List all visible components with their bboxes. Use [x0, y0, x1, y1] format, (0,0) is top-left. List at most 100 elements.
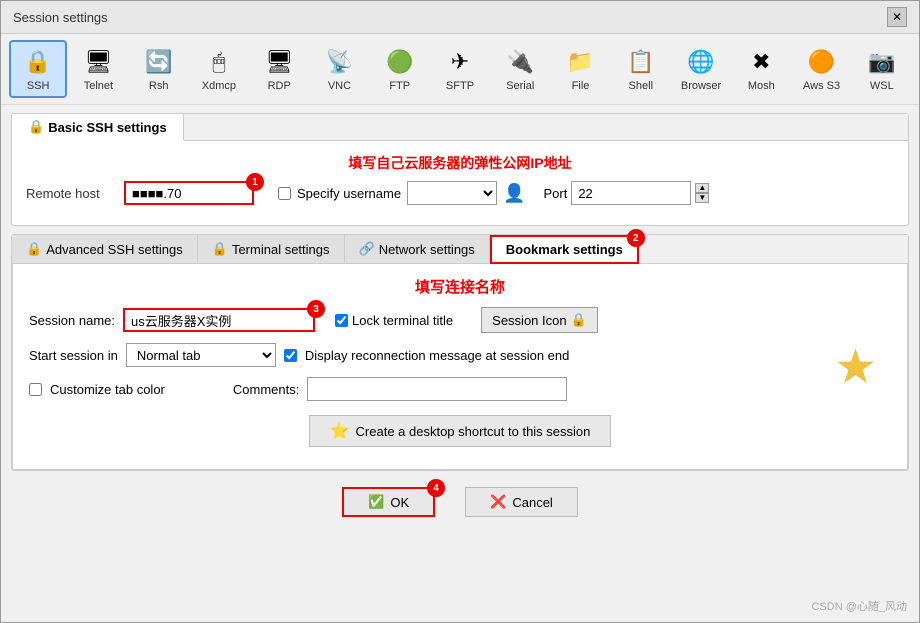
toolbar-btn-shell[interactable]: 📋 Shell — [612, 40, 670, 98]
lock-title-row: Lock terminal title — [335, 313, 453, 328]
mosh-label: Mosh — [748, 80, 775, 92]
title-bar: Session settings ✕ — [1, 1, 919, 34]
tab-advanced-ssh[interactable]: 🔒 Advanced SSH settings — [12, 235, 198, 263]
toolbar-btn-rdp[interactable]: 🖥 RDP — [250, 40, 308, 98]
session-icon-button[interactable]: Session Icon 🔒 — [481, 307, 598, 333]
ssh-icon: 🔒 — [22, 46, 54, 78]
tab-basic-ssh[interactable]: 🔒 Basic SSH settings — [12, 114, 184, 141]
session-icon-img: 🔒 — [571, 312, 587, 328]
session-name-input[interactable] — [123, 308, 315, 332]
tab-network[interactable]: 🔗 Network settings — [345, 235, 490, 263]
awss3-label: Aws S3 — [803, 80, 840, 92]
decorative-star: ★ — [834, 339, 877, 395]
session-name-row: Session name: 3 Lock terminal title Sess… — [29, 307, 891, 333]
shortcut-star-icon: ⭐ — [330, 421, 350, 441]
comments-input[interactable] — [307, 377, 567, 401]
ftp-icon: 🟢 — [384, 46, 416, 78]
ok-label: OK — [390, 495, 409, 510]
dialog-title: Session settings — [13, 10, 108, 25]
sftp-label: SFTP — [446, 80, 474, 92]
remote-host-input[interactable] — [124, 181, 254, 205]
toolbar-btn-wsl[interactable]: 📷 WSL — [853, 40, 911, 98]
toolbar-btn-file[interactable]: 📁 File — [551, 40, 609, 98]
comments-label: Comments: — [233, 382, 299, 397]
adv-icon: 🔒 — [26, 241, 42, 257]
cancel-button[interactable]: ❌ Cancel — [465, 487, 578, 517]
badge-4: 4 — [427, 479, 445, 497]
sftp-icon: ✈ — [444, 46, 476, 78]
port-group: Port ▲ ▼ — [543, 181, 709, 205]
shell-icon: 📋 — [625, 46, 657, 78]
ssh-label: SSH — [27, 80, 50, 92]
term-icon: 🔒 — [212, 241, 228, 257]
shortcut-button-label: Create a desktop shortcut to this sessio… — [356, 424, 591, 439]
lock-terminal-title-checkbox[interactable] — [335, 314, 348, 327]
watermark: CSDN @心随_风动 — [811, 598, 907, 614]
customize-tab-color-label: Customize tab color — [50, 382, 165, 397]
specify-username-label: Specify username — [297, 186, 401, 201]
toolbar-btn-rsh[interactable]: 🔄 Rsh — [130, 40, 188, 98]
customize-row: Customize tab color Comments: — [29, 377, 891, 401]
username-select[interactable] — [407, 181, 497, 205]
create-shortcut-button[interactable]: ⭐ Create a desktop shortcut to this sess… — [309, 415, 612, 447]
xdmcp-label: Xdmcp — [202, 80, 236, 92]
cancel-icon: ❌ — [490, 494, 506, 510]
file-label: File — [572, 80, 590, 92]
awss3-icon: 🟠 — [806, 46, 838, 78]
session-name-wrap: 3 — [123, 308, 315, 332]
toolbar-btn-vnc[interactable]: 📡 VNC — [310, 40, 368, 98]
port-up-btn[interactable]: ▲ — [695, 183, 709, 193]
toolbar-btn-mosh[interactable]: ✖ Mosh — [732, 40, 790, 98]
basic-ssh-tab-content: 填写自己云服务器的弹性公网IP地址 Remote host 1 Specify … — [12, 141, 908, 225]
serial-label: Serial — [506, 80, 534, 92]
customize-tab-color-checkbox[interactable] — [29, 383, 42, 396]
tab-bookmark[interactable]: Bookmark settings 2 — [490, 235, 639, 264]
basic-ssh-icon: 🔒 — [28, 119, 44, 135]
remote-host-row: Remote host 1 Specify username 👤 — [26, 181, 894, 205]
vnc-icon: 📡 — [323, 46, 355, 78]
badge-1: 1 — [246, 173, 264, 191]
wsl-label: WSL — [870, 80, 894, 92]
start-session-select[interactable]: Normal tab Tabbed — [126, 343, 276, 367]
protocol-toolbar: 🔒 SSH 🖥 Telnet 🔄 Rsh 🖱 Xdmcp 🖥 RDP 📡 VNC… — [1, 34, 919, 105]
tab-terminal[interactable]: 🔒 Terminal settings — [198, 235, 345, 263]
bookmark-content: 填写连接名称 Session name: 3 Lock terminal tit… — [12, 264, 908, 470]
toolbar-btn-awss3[interactable]: 🟠 Aws S3 — [792, 40, 850, 98]
toolbar-btn-serial[interactable]: 🔌 Serial — [491, 40, 549, 98]
shell-label: Shell — [629, 80, 653, 92]
ok-btn-wrap: ✅ OK 4 — [342, 487, 435, 517]
specify-username-checkbox[interactable] — [278, 187, 291, 200]
mosh-icon: ✖ — [745, 46, 777, 78]
session-icon-label: Session Icon — [492, 313, 566, 328]
browser-label: Browser — [681, 80, 721, 92]
browser-icon: 🌐 — [685, 46, 717, 78]
lock-terminal-title-label: Lock terminal title — [352, 313, 453, 328]
badge-3: 3 — [307, 300, 325, 318]
cancel-label: Cancel — [512, 495, 552, 510]
user-icon: 👤 — [503, 183, 525, 204]
toolbar-btn-sftp[interactable]: ✈ SFTP — [431, 40, 489, 98]
serial-icon: 🔌 — [504, 46, 536, 78]
ok-button[interactable]: ✅ OK — [342, 487, 435, 517]
toolbar-btn-browser[interactable]: 🌐 Browser — [672, 40, 730, 98]
display-reconnection-label: Display reconnection message at session … — [305, 348, 569, 363]
shortcut-btn-wrap: ⭐ Create a desktop shortcut to this sess… — [29, 415, 891, 447]
port-spinner: ▲ ▼ — [695, 183, 709, 203]
toolbar-btn-ssh[interactable]: 🔒 SSH — [9, 40, 67, 98]
close-button[interactable]: ✕ — [887, 7, 907, 27]
ok-icon: ✅ — [368, 494, 384, 510]
session-settings-dialog: Session settings ✕ 🔒 SSH 🖥 Telnet 🔄 Rsh … — [0, 0, 920, 623]
toolbar-btn-xdmcp[interactable]: 🖱 Xdmcp — [190, 40, 248, 98]
port-input[interactable] — [571, 181, 691, 205]
display-reconnection-checkbox[interactable] — [284, 349, 297, 362]
toolbar-btn-ftp[interactable]: 🟢 FTP — [371, 40, 429, 98]
advanced-section: 🔒 Advanced SSH settings 🔒 Terminal setti… — [11, 234, 909, 471]
rsh-icon: 🔄 — [143, 46, 175, 78]
footer-row: ✅ OK 4 ❌ Cancel — [11, 479, 909, 521]
rdp-label: RDP — [268, 80, 291, 92]
xdmcp-icon: 🖱 — [203, 46, 235, 78]
file-icon: 📁 — [565, 46, 597, 78]
port-down-btn[interactable]: ▼ — [695, 193, 709, 203]
toolbar-btn-telnet[interactable]: 🖥 Telnet — [69, 40, 127, 98]
start-session-label: Start session in — [29, 348, 118, 363]
